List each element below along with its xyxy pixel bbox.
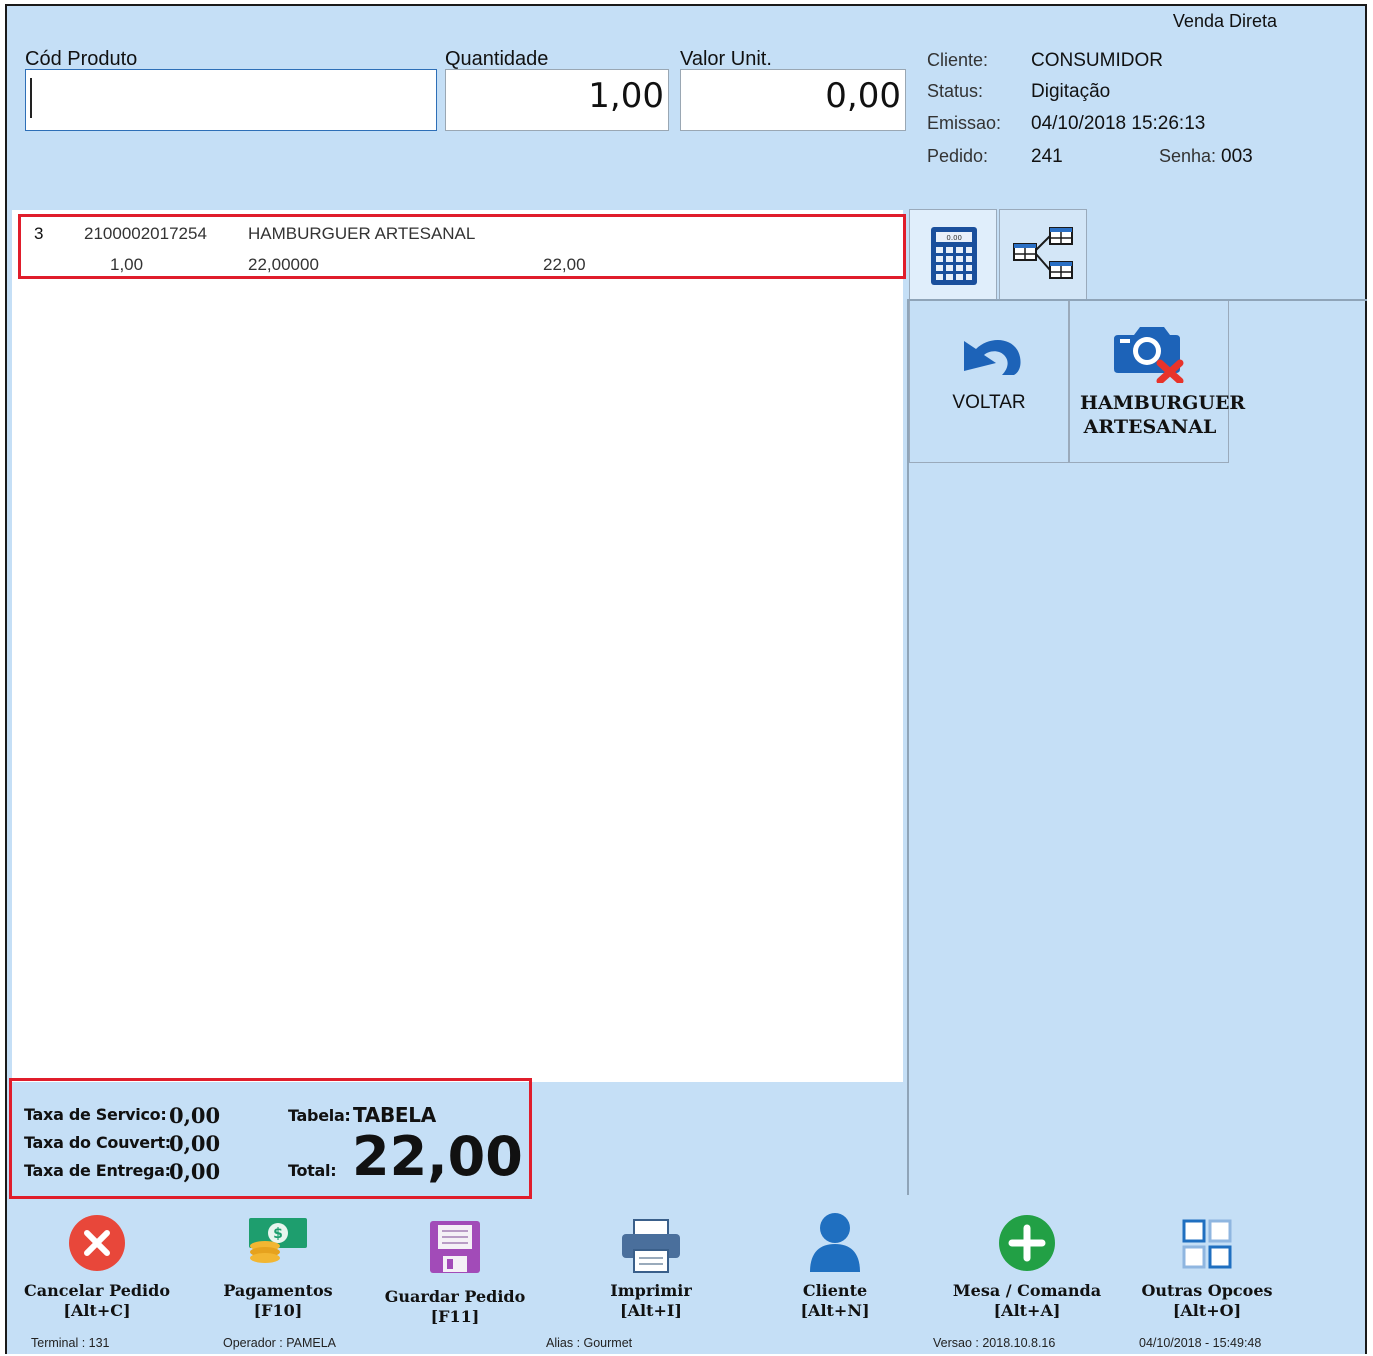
category-tree-icon [1013, 227, 1073, 279]
button-label: Outras Opcoes [1141, 1281, 1273, 1300]
emissao-value: 04/10/2018 15:26:13 [1031, 113, 1206, 134]
mesa-comanda-button[interactable]: Mesa / Comanda [Alt+A] [942, 1196, 1112, 1336]
action-toolbar: Cancelar Pedido [Alt+C] $ Pagamentos [F1… [7, 1196, 1365, 1356]
svg-text:0.00: 0.00 [946, 234, 962, 242]
button-label: Pagamentos [223, 1281, 333, 1300]
pos-window: Venda Direta Cód Produto Quantidade 1,00… [5, 4, 1367, 1354]
product-panel: VOLTAR HAMBURGUER ARTESANAL [907, 299, 1367, 1195]
emissao-label: Emissao: [927, 113, 1002, 133]
cod-produto-label: Cód Produto [25, 48, 138, 70]
items-list[interactable]: 3 2100002017254 HAMBURGUER ARTESANAL 1,0… [12, 210, 906, 1082]
valor-unit-label: Valor Unit. [680, 48, 772, 70]
taxa-couvert-label: Taxa do Couvert: [24, 1133, 171, 1152]
cliente-button[interactable]: Cliente [Alt+N] [750, 1196, 920, 1336]
tile-label: VOLTAR [952, 392, 1026, 413]
button-shortcut: [Alt+C] [63, 1301, 131, 1320]
senha-label: Senha: [1159, 146, 1217, 166]
pagamentos-button[interactable]: $ Pagamentos [F10] [193, 1196, 363, 1336]
item-code: 2100002017254 [84, 224, 207, 243]
status-datetime: 04/10/2018 - 15:49:48 [1139, 1336, 1262, 1350]
totals-box: Taxa de Servico: 0,00 Taxa do Couvert: 0… [9, 1078, 532, 1199]
button-shortcut: [Alt+I] [620, 1301, 682, 1320]
product-tile-hamburguer[interactable]: HAMBURGUER ARTESANAL [1069, 301, 1246, 463]
add-icon [999, 1215, 1055, 1271]
pedido-label: Pedido: [927, 146, 989, 166]
button-shortcut: [Alt+N] [800, 1301, 870, 1320]
status-operador: Operador : PAMELA [223, 1336, 337, 1350]
taxa-couvert-value: 0,00 [169, 1131, 221, 1156]
tab-categories[interactable] [999, 209, 1087, 299]
status-terminal: Terminal : 131 [31, 1336, 110, 1350]
taxa-servico-label: Taxa de Servico: [24, 1105, 167, 1124]
item-seq: 3 [34, 224, 44, 243]
status-versao: Versao : 2018.10.8.16 [933, 1336, 1056, 1350]
total-label: Total: [288, 1161, 337, 1180]
button-label: Cliente [802, 1281, 868, 1300]
item-qty: 1,00 [110, 255, 144, 274]
button-shortcut: [Alt+A] [993, 1301, 1061, 1320]
cliente-value: CONSUMIDOR [1031, 50, 1163, 71]
button-shortcut: [F10] [253, 1301, 303, 1320]
user-icon [810, 1213, 860, 1272]
taxa-servico-value: 0,00 [169, 1103, 221, 1128]
save-floppy-icon [430, 1221, 480, 1273]
pedido-value: 241 [1031, 146, 1063, 167]
quantidade-label: Quantidade [445, 48, 549, 70]
guardar-pedido-button[interactable]: Guardar Pedido [F11] [370, 1196, 540, 1336]
cancel-icon [69, 1215, 125, 1271]
cliente-label: Cliente: [927, 50, 989, 70]
button-shortcut: [Alt+O] [1172, 1301, 1242, 1320]
item-unit-price: 22,00000 [248, 255, 319, 274]
outras-opcoes-button[interactable]: Outras Opcoes [Alt+O] [1122, 1196, 1292, 1336]
svg-text:$: $ [273, 1226, 283, 1242]
voltar-button[interactable]: VOLTAR [909, 301, 1069, 463]
item-name: HAMBURGUER ARTESANAL [248, 224, 476, 243]
button-label: Imprimir [610, 1281, 692, 1300]
no-photo-camera-icon [1114, 327, 1184, 383]
undo-arrow-icon [964, 339, 1021, 375]
button-label: Mesa / Comanda [952, 1281, 1102, 1300]
status-alias: Alias : Gourmet [546, 1336, 633, 1350]
window-title: Venda Direta [1172, 11, 1277, 31]
tabela-label: Tabela: [288, 1106, 351, 1125]
taxa-entrega-label: Taxa de Entrega: [24, 1161, 171, 1180]
item-total: 22,00 [543, 255, 586, 274]
status-label: Status: [927, 81, 984, 101]
calculator-icon: 0.00 [931, 227, 977, 285]
tabela-value: TABELA [353, 1103, 436, 1127]
payments-money-icon: $ [249, 1218, 307, 1263]
taxa-entrega-value: 0,00 [169, 1159, 221, 1184]
button-label: Cancelar Pedido [23, 1281, 170, 1300]
total-value: 22,00 [352, 1125, 523, 1188]
imprimir-button[interactable]: Imprimir [Alt+I] [566, 1196, 736, 1336]
valor-unit-input[interactable]: 0,00 [680, 69, 906, 131]
tile-label: HAMBURGUER ARTESANAL [1080, 392, 1246, 438]
cod-produto-input[interactable] [25, 69, 437, 131]
quantidade-input[interactable]: 1,00 [445, 69, 669, 131]
button-shortcut: [F11] [430, 1307, 480, 1326]
button-label: Guardar Pedido [384, 1287, 526, 1306]
printer-icon [622, 1219, 680, 1273]
senha-value: 003 [1221, 146, 1253, 167]
tab-calculator[interactable]: 0.00 [909, 209, 997, 299]
grid-options-icon [1182, 1219, 1232, 1269]
text-caret [30, 78, 32, 118]
cancelar-pedido-button[interactable]: Cancelar Pedido [Alt+C] [12, 1196, 182, 1336]
list-item[interactable]: 3 2100002017254 HAMBURGUER ARTESANAL 1,0… [18, 214, 906, 279]
status-value: Digitação [1031, 81, 1111, 102]
